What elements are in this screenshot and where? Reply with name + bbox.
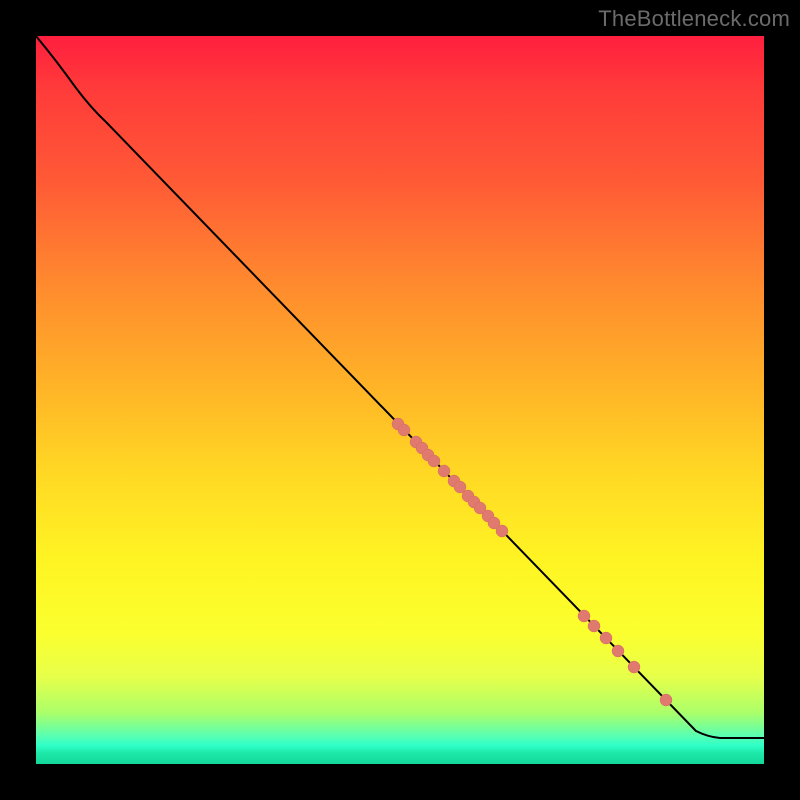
data-marker (410, 436, 422, 448)
plot-area (36, 36, 764, 764)
data-marker (496, 525, 508, 537)
data-marker (438, 465, 450, 477)
chart-svg (36, 36, 764, 764)
data-marker (588, 620, 600, 632)
data-marker (660, 694, 672, 706)
data-marker (482, 510, 494, 522)
data-marker (392, 418, 404, 430)
data-marker (428, 455, 440, 467)
marker-group (392, 418, 672, 706)
data-marker (600, 632, 612, 644)
data-marker (468, 496, 480, 508)
data-marker (462, 490, 474, 502)
data-marker (448, 475, 460, 487)
data-marker (628, 661, 640, 673)
data-marker (612, 645, 624, 657)
watermark-text: TheBottleneck.com (598, 6, 790, 32)
chart-frame: TheBottleneck.com (0, 0, 800, 800)
data-marker (398, 424, 410, 436)
data-marker (454, 481, 466, 493)
data-marker (422, 449, 434, 461)
data-marker (416, 442, 428, 454)
data-marker (474, 502, 486, 514)
curve-line (36, 36, 764, 738)
data-marker (578, 610, 590, 622)
data-marker (488, 517, 500, 529)
